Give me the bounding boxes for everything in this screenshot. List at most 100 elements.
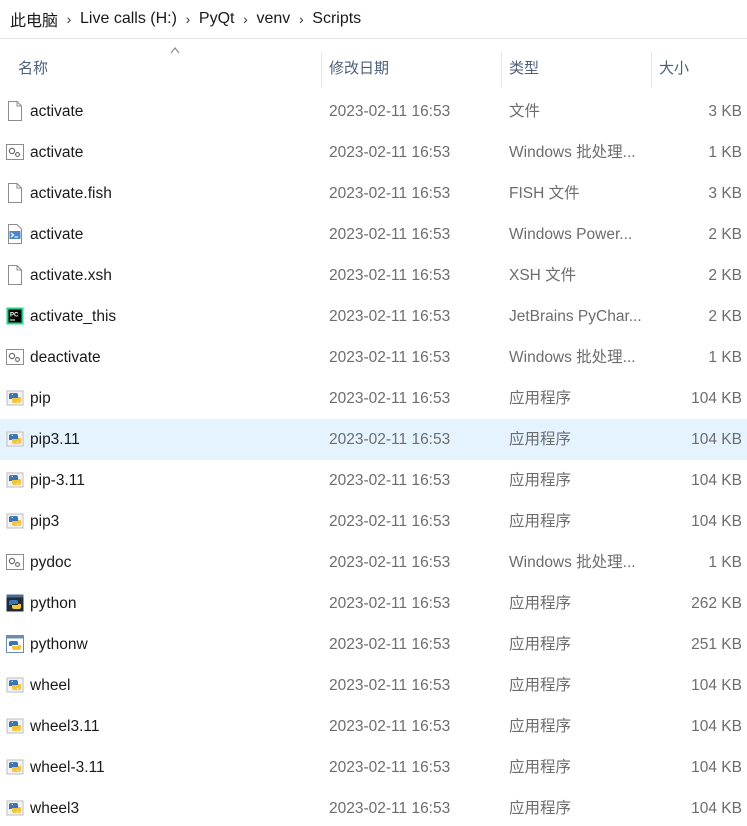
file-name: deactivate [30, 349, 101, 366]
file-explorer: 此电脑 › Live calls (H:) › PyQt › venv › Sc… [0, 0, 747, 826]
file-name: pip [30, 390, 51, 407]
file-type: 应用程序 [509, 390, 572, 407]
python-exe-icon [6, 388, 24, 408]
file-modified-date: 2023-02-11 16:53 [329, 103, 451, 120]
file-row[interactable]: pip3.11 2023-02-11 16:53 应用程序 104 KB [0, 419, 747, 460]
file-row[interactable]: pydoc 2023-02-11 16:53 Windows 批处理... 1 … [0, 542, 747, 583]
python-exe-icon [6, 511, 24, 531]
file-size: 251 KB [691, 636, 742, 653]
file-modified-date: 2023-02-11 16:53 [329, 185, 451, 202]
column-header: 名称 修改日期 类型 大小 [0, 46, 747, 90]
breadcrumb-scripts[interactable]: Scripts [312, 10, 361, 28]
file-size: 1 KB [708, 554, 742, 571]
file-name: activate.xsh [30, 267, 112, 284]
file-row[interactable]: activate.fish 2023-02-11 16:53 FISH 文件 3… [0, 173, 747, 214]
column-header-size[interactable]: 大小 [651, 48, 747, 90]
file-size: 1 KB [708, 349, 742, 366]
file-row[interactable]: pythonw 2023-02-11 16:53 应用程序 251 KB [0, 624, 747, 665]
python-exe-icon [6, 798, 24, 818]
file-type: Windows 批处理... [509, 349, 636, 366]
file-size: 2 KB [708, 267, 742, 284]
column-header-name[interactable]: 名称 [10, 46, 321, 90]
file-size: 104 KB [691, 472, 742, 489]
file-row[interactable]: wheel-3.11 2023-02-11 16:53 应用程序 104 KB [0, 747, 747, 788]
file-type: 应用程序 [509, 595, 572, 612]
column-label-type: 类型 [509, 60, 540, 77]
file-size: 104 KB [691, 718, 742, 735]
file-row[interactable]: pip3 2023-02-11 16:53 应用程序 104 KB [0, 501, 747, 542]
file-row[interactable]: activate 2023-02-11 16:53 Windows 批处理...… [0, 132, 747, 173]
file-name: wheel-3.11 [30, 759, 105, 776]
file-size: 104 KB [691, 390, 742, 407]
file-row[interactable]: python 2023-02-11 16:53 应用程序 262 KB [0, 583, 747, 624]
file-modified-date: 2023-02-11 16:53 [329, 800, 451, 817]
file-size: 3 KB [708, 185, 742, 202]
file-modified-date: 2023-02-11 16:53 [329, 718, 451, 735]
file-row[interactable]: activate 2023-02-11 16:53 文件 3 KB [0, 91, 747, 132]
column-header-type[interactable]: 类型 [501, 48, 651, 90]
file-modified-date: 2023-02-11 16:53 [329, 554, 451, 571]
file-row[interactable]: wheel3 2023-02-11 16:53 应用程序 104 KB [0, 788, 747, 826]
file-size: 104 KB [691, 800, 742, 817]
chevron-right-icon[interactable]: › [177, 11, 199, 27]
file-size: 2 KB [708, 308, 742, 325]
file-modified-date: 2023-02-11 16:53 [329, 308, 451, 325]
file-modified-date: 2023-02-11 16:53 [329, 226, 451, 243]
file-modified-date: 2023-02-11 16:53 [329, 267, 451, 284]
breadcrumb-venv[interactable]: venv [256, 10, 290, 28]
column-header-date[interactable]: 修改日期 [321, 48, 501, 90]
file-name: activate_this [30, 308, 117, 325]
file-type: 应用程序 [509, 718, 572, 735]
powershell-script-icon [6, 224, 24, 244]
file-name: pip3.11 [30, 431, 80, 448]
file-name: python [30, 595, 77, 612]
file-row[interactable]: wheel 2023-02-11 16:53 应用程序 104 KB [0, 665, 747, 706]
file-row[interactable]: pip 2023-02-11 16:53 应用程序 104 KB [0, 378, 747, 419]
file-row[interactable]: activate 2023-02-11 16:53 Windows Power.… [0, 214, 747, 255]
file-row[interactable]: pip-3.11 2023-02-11 16:53 应用程序 104 KB [0, 460, 747, 501]
file-type: 应用程序 [509, 759, 572, 776]
file-name: pydoc [30, 554, 72, 571]
file-modified-date: 2023-02-11 16:53 [329, 349, 451, 366]
chevron-right-icon[interactable]: › [58, 11, 80, 27]
file-modified-date: 2023-02-11 16:53 [329, 144, 451, 161]
file-type: 应用程序 [509, 677, 572, 694]
file-row[interactable]: wheel3.11 2023-02-11 16:53 应用程序 104 KB [0, 706, 747, 747]
file-name: activate [30, 103, 84, 120]
batch-file-icon [6, 347, 24, 367]
file-type: 应用程序 [509, 513, 572, 530]
file-type: JetBrains PyChar... [509, 308, 642, 325]
batch-file-icon [6, 142, 24, 162]
file-row[interactable]: deactivate 2023-02-11 16:53 Windows 批处理.… [0, 337, 747, 378]
file-name: pythonw [30, 636, 88, 653]
file-modified-date: 2023-02-11 16:53 [329, 390, 451, 407]
file-type: Windows 批处理... [509, 554, 636, 571]
breadcrumb-this-pc[interactable]: 此电脑 [10, 7, 58, 31]
breadcrumb-drive[interactable]: Live calls (H:) [80, 10, 177, 28]
file-size: 2 KB [708, 226, 742, 243]
python-exe-icon [6, 470, 24, 490]
file-size: 262 KB [691, 595, 742, 612]
file-modified-date: 2023-02-11 16:53 [329, 595, 451, 612]
file-name: pip3 [30, 513, 60, 530]
generic-file-icon [6, 183, 24, 203]
chevron-right-icon[interactable]: › [290, 11, 312, 27]
breadcrumb-divider [0, 38, 747, 39]
file-name: wheel [30, 677, 71, 694]
file-type: 应用程序 [509, 636, 572, 653]
sort-ascending-icon [170, 46, 180, 54]
file-type: 应用程序 [509, 800, 572, 817]
pythonw-window-icon [6, 634, 24, 654]
file-list: activate 2023-02-11 16:53 文件 3 KB activa… [0, 91, 747, 826]
file-type: 应用程序 [509, 472, 572, 489]
file-row[interactable]: activate.xsh 2023-02-11 16:53 XSH 文件 2 K… [0, 255, 747, 296]
breadcrumb-pyqt[interactable]: PyQt [199, 10, 235, 28]
file-type: FISH 文件 [509, 185, 580, 202]
file-modified-date: 2023-02-11 16:53 [329, 513, 451, 530]
file-row[interactable]: PC activate_this 2023-02-11 16:53 JetBra… [0, 296, 747, 337]
file-size: 104 KB [691, 431, 742, 448]
breadcrumb: 此电脑 › Live calls (H:) › PyQt › venv › Sc… [0, 0, 747, 38]
file-name: activate.fish [30, 185, 112, 202]
chevron-right-icon[interactable]: › [234, 11, 256, 27]
file-name: activate [30, 226, 84, 243]
